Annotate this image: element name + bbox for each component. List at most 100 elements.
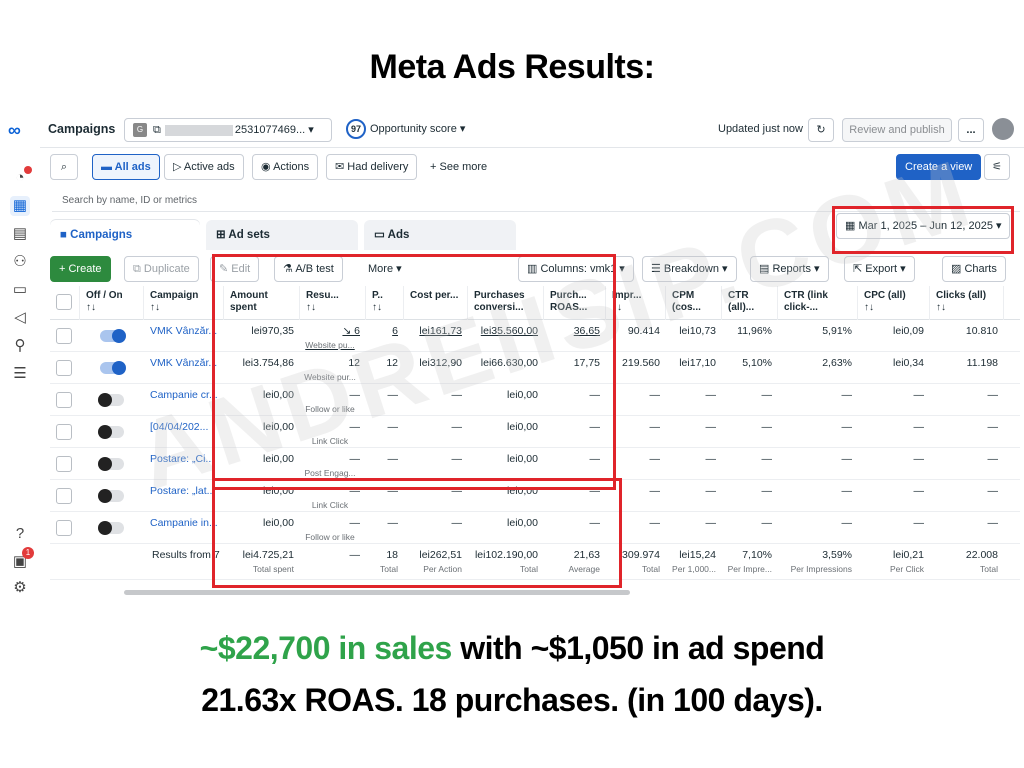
charts-button[interactable]: ▨ Charts xyxy=(942,256,1006,282)
campaign-name-link[interactable]: VMK Vânzăr... xyxy=(150,320,222,352)
row-checkbox[interactable] xyxy=(56,456,72,472)
cell-impr: — xyxy=(649,485,661,497)
row-checkbox[interactable] xyxy=(56,424,72,440)
row-checkbox[interactable] xyxy=(56,520,72,536)
create-button[interactable]: + Create xyxy=(50,256,111,282)
cell-clicks: — xyxy=(987,517,999,529)
notifications-icon[interactable]: ▣ 1 xyxy=(10,547,34,572)
cell-cpc: lei0,34 xyxy=(893,357,924,369)
row-checkbox[interactable] xyxy=(56,328,72,344)
col-cost-per[interactable]: Cost per... xyxy=(404,286,468,320)
duplicate-button[interactable]: ⧉ Duplicate xyxy=(124,256,199,282)
campaign-toggle[interactable] xyxy=(100,329,126,343)
cell-roas[interactable]: 36,65 xyxy=(544,320,606,352)
filter-all-ads[interactable]: ▬ All ads xyxy=(92,154,160,180)
filter-active-ads[interactable]: ▷ Active ads xyxy=(164,154,244,180)
campaign-toggle[interactable] xyxy=(98,457,124,471)
date-range-picker[interactable]: ▦ Mar 1, 2025 – Jun 12, 2025 ▾ xyxy=(836,213,1010,239)
row-checkbox[interactable] xyxy=(56,392,72,408)
table-row[interactable]: VMK Vânzăr... lei3.754,86 12 Website pur...… xyxy=(50,352,1020,384)
audience-network-icon[interactable]: ⚲ xyxy=(10,336,30,356)
edit-button[interactable]: ✎ Edit xyxy=(210,256,260,282)
menu-icon[interactable]: ☰ xyxy=(10,364,30,384)
cell-ctr_link: — xyxy=(841,453,853,465)
cell-p[interactable]: 6 xyxy=(366,320,404,352)
table-row[interactable]: [04/04/202... lei0,00 — Link Click — — lei0,00… xyxy=(50,416,1020,448)
ab-test-button[interactable]: ⚗ A/B test xyxy=(274,256,343,282)
col-purchases-conversion[interactable]: Purchases conversi... xyxy=(468,286,544,320)
campaigns-table-icon[interactable]: ▦ xyxy=(10,196,30,216)
table-row[interactable]: Postare: „Ci... lei0,00 — Post Engag... — — le… xyxy=(50,448,1020,480)
refresh-icon[interactable]: ↻ xyxy=(808,118,834,142)
tab-campaigns[interactable]: ■ Campaigns xyxy=(50,220,200,250)
billing-icon[interactable]: ▭ xyxy=(10,280,30,300)
breakdown-dropdown[interactable]: ☰ Breakdown ▾ xyxy=(642,256,737,282)
col-purchases[interactable]: P.. ↑↓ xyxy=(366,286,404,320)
cell-cost[interactable]: lei161,73 xyxy=(404,320,468,352)
columns-dropdown[interactable]: ▥ Columns: vmk1 ▾ xyxy=(518,256,634,282)
col-amount-spent[interactable]: Amount spent xyxy=(224,286,300,320)
cell-results[interactable]: ↘ 6 Website pu... xyxy=(300,320,366,352)
campaign-toggle[interactable] xyxy=(98,425,124,439)
create-view-button[interactable]: Create a view xyxy=(896,154,982,180)
avatar[interactable] xyxy=(992,118,1014,140)
col-roas[interactable]: Purch... ROAS... xyxy=(544,286,606,320)
table-row[interactable]: Campanie cr... lei0,00 — Follow or like — — le… xyxy=(50,384,1020,416)
col-ctr-link[interactable]: CTR (link click-... xyxy=(778,286,858,320)
filter-actions[interactable]: ◉ Actions xyxy=(252,154,319,180)
help-icon[interactable]: ? xyxy=(10,524,30,544)
cell-p: 12 xyxy=(386,357,398,369)
col-cpc[interactable]: CPC (all) ↑↓ xyxy=(858,286,930,320)
col-cpm[interactable]: CPM (cos... xyxy=(666,286,722,320)
total-cpm: lei15,24 Per 1,000... xyxy=(672,549,716,574)
more-options-button[interactable]: ... xyxy=(958,118,984,142)
opportunity-score[interactable]: 97 Opportunity score ▾ xyxy=(346,118,465,142)
reports-dropdown[interactable]: ▤ Reports ▾ xyxy=(750,256,829,282)
cell-purch: lei0,00 xyxy=(507,485,538,497)
campaign-name-link[interactable]: [04/04/202... xyxy=(150,416,222,448)
export-button[interactable]: ⇱ Export ▾ xyxy=(844,256,915,282)
horizontal-scrollbar[interactable] xyxy=(124,590,630,595)
row-checkbox[interactable] xyxy=(56,360,72,376)
see-more-filters[interactable]: + See more xyxy=(430,154,487,180)
col-impressions[interactable]: Impr... ↑↓ xyxy=(606,286,666,320)
review-publish-button[interactable]: Review and publish xyxy=(842,118,952,142)
table-row[interactable]: Postare: „lat... lei0,00 — Link Click — — lei0… xyxy=(50,480,1020,512)
settings-sliders-icon[interactable]: ⚟ xyxy=(984,154,1010,180)
dashboard-icon[interactable]: ◔ xyxy=(10,166,32,188)
col-results[interactable]: Resu... ↑↓ xyxy=(300,286,366,320)
campaign-name-link[interactable]: VMK Vânzăr... xyxy=(150,352,222,384)
cell-cost: — xyxy=(451,485,463,497)
campaign-toggle[interactable] xyxy=(100,361,126,375)
campaign-name-link[interactable]: Campanie in... xyxy=(150,512,222,544)
table-row[interactable]: Campanie in... lei0,00 — Follow or like — — le… xyxy=(50,512,1020,544)
col-clicks[interactable]: Clicks (all) ↑↓ xyxy=(930,286,1004,320)
campaign-name-link[interactable]: Postare: „Ci... xyxy=(150,448,222,480)
filter-had-delivery[interactable]: ✉ Had delivery xyxy=(326,154,418,180)
cell-purch[interactable]: lei35.560,00 xyxy=(468,320,544,352)
campaign-toggle[interactable] xyxy=(98,489,124,503)
campaign-name-link[interactable]: Campanie cr... xyxy=(150,384,222,416)
table-row[interactable]: VMK Vânzăr... lei970,35 ↘ 6 Website pu... 6 l… xyxy=(50,320,1020,352)
cell-p: — xyxy=(387,389,399,401)
select-all-checkbox[interactable] xyxy=(50,286,80,320)
cell-roas: — xyxy=(589,389,601,401)
tab-ads[interactable]: ▭ Ads xyxy=(364,220,516,250)
more-dropdown[interactable]: More ▾ xyxy=(368,256,402,282)
cell-purch: lei0,00 xyxy=(507,517,538,529)
campaign-toggle[interactable] xyxy=(98,521,124,535)
search-icon[interactable]: ⌕ xyxy=(50,154,78,180)
account-selector[interactable]: G ⧉ 2531077469... ▾ xyxy=(124,118,332,142)
col-ctr[interactable]: CTR (all)... xyxy=(722,286,778,320)
pages-icon[interactable]: ▤ xyxy=(10,224,30,244)
audiences-icon[interactable]: ⚇ xyxy=(10,252,30,272)
campaign-toggle[interactable] xyxy=(98,393,124,407)
col-campaign[interactable]: Campaign ↑↓ xyxy=(144,286,224,320)
search-input[interactable]: Search by name, ID or metrics xyxy=(52,190,1020,212)
row-checkbox[interactable] xyxy=(56,488,72,504)
campaign-name-link[interactable]: Postare: „lat... xyxy=(150,480,222,512)
col-offon[interactable]: Off / On ↑↓ xyxy=(80,286,144,320)
megaphone-icon[interactable]: ◁ xyxy=(10,308,30,328)
settings-gear-icon[interactable]: ⚙ xyxy=(10,578,30,598)
tab-ad-sets[interactable]: ⊞ Ad sets xyxy=(206,220,358,250)
